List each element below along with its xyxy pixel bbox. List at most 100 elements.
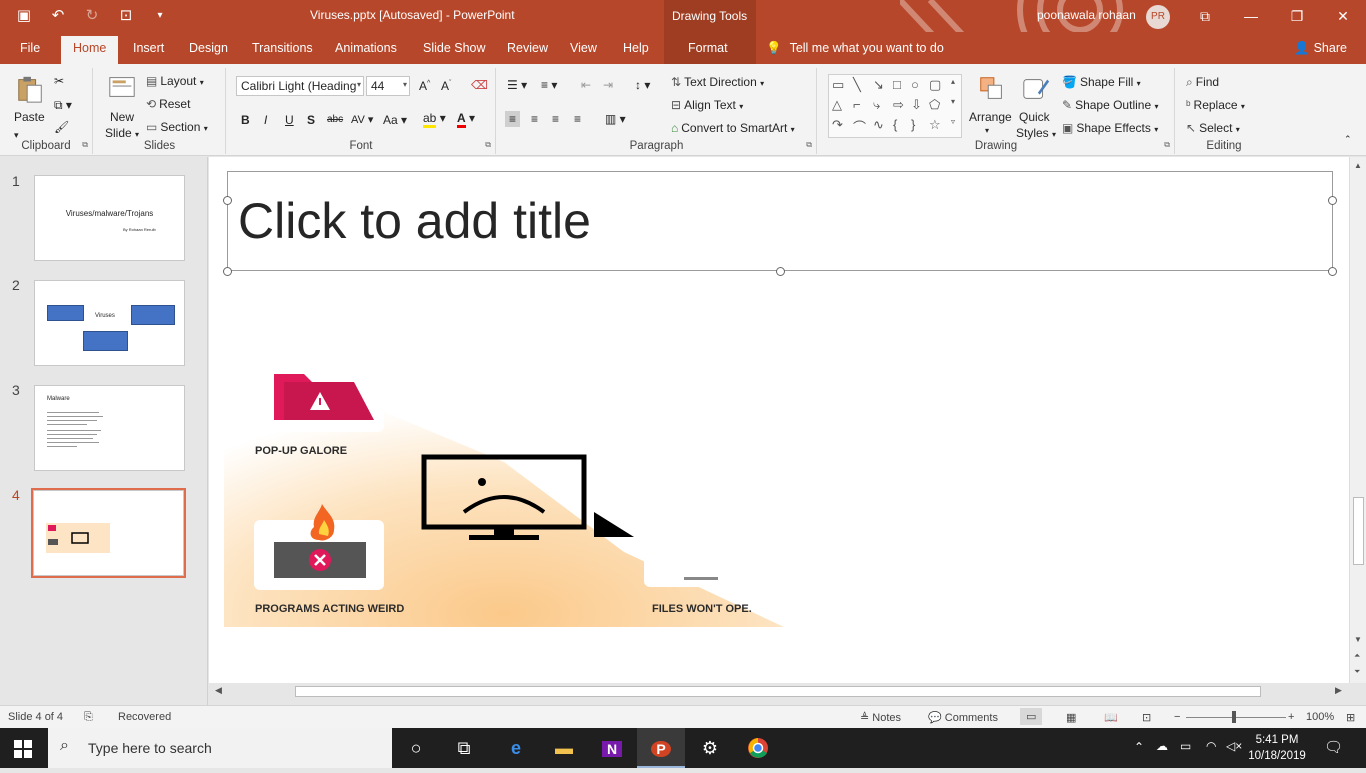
arrange-icon[interactable] — [976, 74, 1008, 104]
copy-icon[interactable]: ⧉ ▾ — [54, 98, 72, 113]
align-right-icon[interactable]: ≡ — [552, 112, 559, 126]
tab-home[interactable]: Home — [61, 36, 119, 64]
paste-icon[interactable] — [14, 74, 46, 104]
zoom-slider-track[interactable] — [1186, 717, 1286, 718]
font-color-icon[interactable]: A ▾ — [457, 111, 475, 128]
tab-format[interactable]: Format — [688, 41, 728, 55]
highlight-icon[interactable]: ab ▾ — [423, 111, 446, 128]
scroll-down-icon[interactable]: ▼ — [1354, 635, 1362, 644]
layout-button[interactable]: ▤ Layout ▾ — [146, 74, 204, 88]
close-icon[interactable]: ✕ — [1320, 0, 1366, 32]
pentagon-shape-icon[interactable]: ⬠ — [929, 97, 940, 113]
resize-handle-bottom[interactable] — [776, 267, 785, 276]
quick-styles-button[interactable]: Styles ▾ — [1016, 126, 1056, 140]
align-center-icon[interactable]: ≡ — [531, 112, 538, 126]
underline-icon[interactable]: U — [285, 113, 294, 127]
clipboard-launcher-icon[interactable]: ⧉ — [82, 140, 88, 150]
zoom-out-icon[interactable]: − — [1174, 711, 1180, 723]
find-button[interactable]: ⌕ Find — [1186, 75, 1219, 90]
slide-thumbnail-4[interactable] — [31, 488, 186, 578]
title-placeholder-text[interactable]: Click to add title — [238, 192, 591, 250]
tab-help[interactable]: Help — [623, 41, 649, 55]
collapse-ribbon-icon[interactable]: ⌃ — [1344, 134, 1352, 145]
virus-symptoms-graphic[interactable] — [224, 352, 804, 632]
volume-icon[interactable]: ◁× — [1226, 739, 1242, 753]
shape-effects-button[interactable]: ▣ Shape Effects ▾ — [1062, 121, 1158, 135]
star-shape-icon[interactable]: ☆ — [929, 117, 941, 133]
fit-slide-icon[interactable]: ⊞ — [1346, 711, 1355, 724]
tab-review[interactable]: Review — [507, 41, 548, 55]
shape-fill-button[interactable]: 🪣 Shape Fill ▾ — [1062, 75, 1141, 89]
gallery-down-icon[interactable]: ▾ — [951, 97, 955, 106]
resize-handle-bottom-right[interactable] — [1328, 267, 1337, 276]
right-brace-icon[interactable]: } — [911, 117, 915, 132]
ribbon-display-icon[interactable]: ⧉ — [1182, 0, 1228, 32]
normal-view-icon[interactable]: ▭ — [1020, 708, 1043, 725]
onedrive-icon[interactable]: ☁ — [1156, 739, 1168, 753]
slide-canvas[interactable]: Click to add title POP-UP GALORE PROGRAM… — [209, 157, 1349, 683]
new-slide-button[interactable]: Slide ▾ — [105, 126, 139, 140]
align-left-icon[interactable]: ≡ — [505, 111, 521, 127]
clear-formatting-icon[interactable]: ⌫ — [471, 78, 488, 92]
shadow-icon[interactable]: S — [307, 113, 315, 127]
rectangle-shape-icon[interactable]: □ — [893, 77, 901, 92]
cortana-icon[interactable]: ○ — [392, 728, 440, 768]
next-slide-icon[interactable]: ⏷ — [1354, 667, 1360, 677]
bullets-icon[interactable]: ☰ ▾ — [507, 78, 527, 92]
reset-button[interactable]: ⟲ Reset — [146, 97, 190, 111]
scroll-left-icon[interactable]: ◀ — [215, 685, 222, 696]
increase-indent-icon[interactable]: ⇥ — [603, 78, 613, 92]
align-text-button[interactable]: ⊟ Align Text ▾ — [671, 98, 743, 112]
slide-thumbnail-2[interactable]: Viruses — [34, 280, 185, 366]
notification-icon[interactable]: 🗨 — [1324, 738, 1343, 756]
reading-view-icon[interactable]: 📖 — [1104, 711, 1118, 724]
right-arrow-shape-icon[interactable]: ⇨ — [893, 97, 904, 113]
increase-font-icon[interactable]: A^ — [419, 79, 430, 93]
cut-icon[interactable]: ✂ — [54, 74, 64, 88]
redo-icon[interactable]: ↻ — [82, 6, 102, 24]
font-size-combo[interactable]: 44 ▾ — [366, 76, 410, 96]
new-slide-icon[interactable] — [106, 72, 138, 102]
font-name-dropdown-icon[interactable]: ▾ — [357, 80, 361, 89]
onenote-icon[interactable]: N — [588, 728, 636, 768]
wifi-icon[interactable]: ◠ — [1206, 739, 1216, 753]
spellcheck-icon[interactable]: ⎘ — [84, 711, 93, 724]
chrome-icon[interactable] — [734, 728, 782, 768]
font-launcher-icon[interactable]: ⧉ — [485, 140, 491, 150]
format-painter-icon[interactable]: 🖌 — [54, 120, 69, 134]
gallery-more-icon[interactable]: ▿ — [951, 117, 955, 126]
restore-icon[interactable]: ❐ — [1274, 0, 1320, 32]
paragraph-launcher-icon[interactable]: ⧉ — [806, 140, 812, 150]
zoom-level[interactable]: 100% — [1306, 711, 1334, 723]
wave-shape-icon[interactable]: ∿ — [873, 117, 884, 133]
new-slide-label[interactable]: New — [110, 110, 134, 124]
left-brace-icon[interactable]: { — [893, 117, 897, 132]
line-shape-icon[interactable]: ╲ — [853, 77, 861, 93]
notes-button[interactable]: ≜ Notes — [860, 711, 901, 724]
battery-icon[interactable]: ▭ — [1180, 739, 1191, 753]
columns-icon[interactable]: ▥ ▾ — [605, 112, 626, 126]
oval-shape-icon[interactable]: ○ — [911, 77, 919, 92]
tell-me-search[interactable]: 💡 Tell me what you want to do — [766, 41, 944, 56]
elbow-arrow-icon[interactable]: ⤷ — [873, 97, 880, 113]
bold-icon[interactable]: B — [241, 113, 250, 127]
resize-handle-bottom-left[interactable] — [223, 267, 232, 276]
justify-icon[interactable]: ≡ — [574, 112, 581, 126]
user-name[interactable]: poonawala rohaan — [1037, 8, 1136, 22]
drawing-launcher-icon[interactable]: ⧉ — [1164, 140, 1170, 150]
undo-icon[interactable]: ↶ — [48, 6, 68, 24]
down-arrow-shape-icon[interactable]: ⇩ — [911, 97, 922, 113]
share-button[interactable]: 👤 Share — [1294, 41, 1347, 56]
quick-styles-icon[interactable] — [1020, 74, 1052, 104]
slide-thumbnail-1[interactable]: Viruses/malware/Trojans By Rohaan Rerulb — [34, 175, 185, 261]
change-case-icon[interactable]: Aa ▾ — [383, 113, 407, 127]
strikethrough-icon[interactable]: abc — [327, 114, 343, 125]
tab-animations[interactable]: Animations — [335, 41, 397, 55]
italic-icon[interactable]: I — [264, 113, 267, 127]
slide-sorter-icon[interactable]: ▦ — [1066, 711, 1076, 724]
zoom-in-icon[interactable]: + — [1288, 711, 1294, 723]
taskbar-search-box[interactable]: ⌕ Type here to search — [48, 728, 392, 768]
scroll-right-icon[interactable]: ▶ — [1335, 685, 1342, 696]
vertical-scrollbar[interactable]: ▲ ▼ ⏶ ⏷ — [1349, 157, 1366, 683]
decrease-font-icon[interactable]: Aˇ — [441, 79, 451, 93]
